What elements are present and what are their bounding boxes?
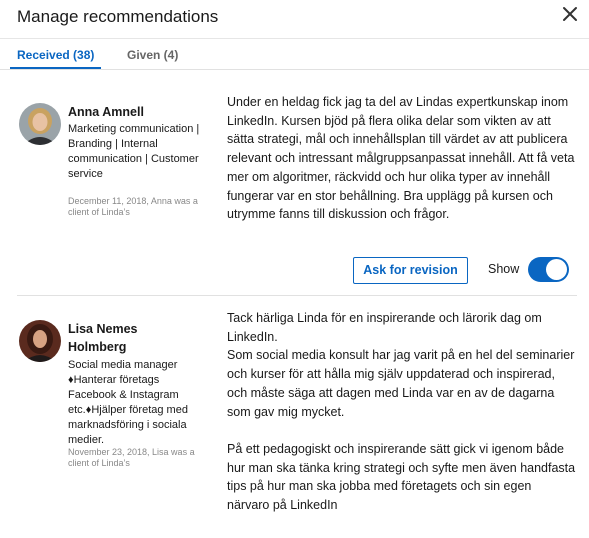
recommendation-date-relationship: December 11, 2018, Anna was a client of … xyxy=(68,196,198,217)
close-button[interactable] xyxy=(559,3,581,25)
avatar-photo-anna xyxy=(19,103,61,145)
tab-given[interactable]: Given (4) xyxy=(127,48,178,62)
recommendation-item: Lisa Nemes Holmberg Social media manager… xyxy=(17,306,577,536)
modal-header: Manage recommendations xyxy=(0,0,589,38)
avatar[interactable] xyxy=(19,320,61,362)
recommendation-text: Under en heldag fick jag ta del av Linda… xyxy=(227,95,575,222)
recommendation-item: Anna Amnell Marketing communication | Br… xyxy=(17,90,577,296)
recommender-name[interactable]: Lisa Nemes Holmberg xyxy=(68,320,198,356)
show-toggle-label: Show xyxy=(488,262,520,276)
recommendation-text: Tack härliga Linda för en inspirerande o… xyxy=(227,311,576,513)
tab-bar: Received (38) Given (4) xyxy=(0,38,589,70)
modal-title: Manage recommendations xyxy=(17,7,219,26)
ask-for-revision-button[interactable]: Ask for revision xyxy=(353,257,468,284)
tab-received[interactable]: Received (38) xyxy=(17,48,94,62)
recommender-headline: Social media manager ♦Hanterar företags … xyxy=(68,359,188,446)
avatar[interactable] xyxy=(19,103,61,145)
recommendation-date-relationship: November 23, 2018, Lisa was a client of … xyxy=(68,447,195,468)
toggle-knob xyxy=(546,259,567,280)
show-toggle[interactable] xyxy=(528,257,569,282)
recommender-name[interactable]: Anna Amnell xyxy=(68,103,198,121)
close-icon xyxy=(563,7,577,21)
tab-selected-indicator xyxy=(10,67,101,69)
recommender-headline: Marketing communication | Branding | Int… xyxy=(68,123,200,180)
avatar-photo-lisa xyxy=(19,320,61,362)
